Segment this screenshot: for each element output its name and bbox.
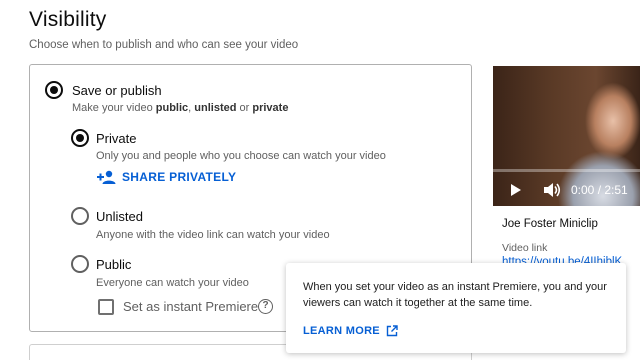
share-privately-label: SHARE PRIVATELY: [122, 170, 237, 184]
public-desc: Everyone can watch your video: [96, 277, 249, 289]
volume-icon[interactable]: [543, 182, 561, 198]
play-icon[interactable]: [511, 184, 521, 196]
instant-premiere-checkbox[interactable]: [98, 299, 114, 315]
premiere-tooltip: When you set your video as an instant Pr…: [286, 263, 626, 353]
public-label: Public: [96, 257, 132, 272]
add-person-icon: [97, 170, 116, 184]
public-radio[interactable]: [71, 255, 89, 273]
tooltip-text: When you set your video as an instant Pr…: [303, 281, 607, 309]
unlisted-label: Unlisted: [96, 209, 143, 224]
page-title: Visibility: [29, 8, 107, 31]
instant-premiere-label: Set as instant Premiere: [123, 299, 259, 314]
save-publish-label: Save or publish: [72, 83, 162, 98]
save-publish-radio[interactable]: [45, 81, 63, 99]
private-label: Private: [96, 131, 137, 146]
learn-more-label: LEARN MORE: [303, 325, 380, 337]
help-icon[interactable]: ?: [258, 299, 273, 314]
learn-more-link[interactable]: LEARN MORE: [303, 325, 398, 337]
private-desc: Only you and people who you choose can w…: [96, 150, 386, 162]
external-link-icon: [386, 325, 398, 337]
video-link-label: Video link: [502, 242, 548, 254]
unlisted-radio[interactable]: [71, 207, 89, 225]
save-publish-desc: Make your video public, unlisted or priv…: [72, 102, 289, 114]
unlisted-desc: Anyone with the video link can watch you…: [96, 229, 330, 241]
video-progress-bar[interactable]: [493, 169, 640, 172]
private-radio[interactable]: [71, 129, 89, 147]
share-privately-button[interactable]: SHARE PRIVATELY: [96, 170, 236, 184]
video-time: 0:00 / 2:51: [571, 183, 628, 197]
video-player[interactable]: 0:00 / 2:51: [493, 66, 640, 206]
page-subtitle: Choose when to publish and who can see y…: [29, 39, 299, 51]
video-title: Joe Foster Miniclip: [502, 218, 598, 230]
